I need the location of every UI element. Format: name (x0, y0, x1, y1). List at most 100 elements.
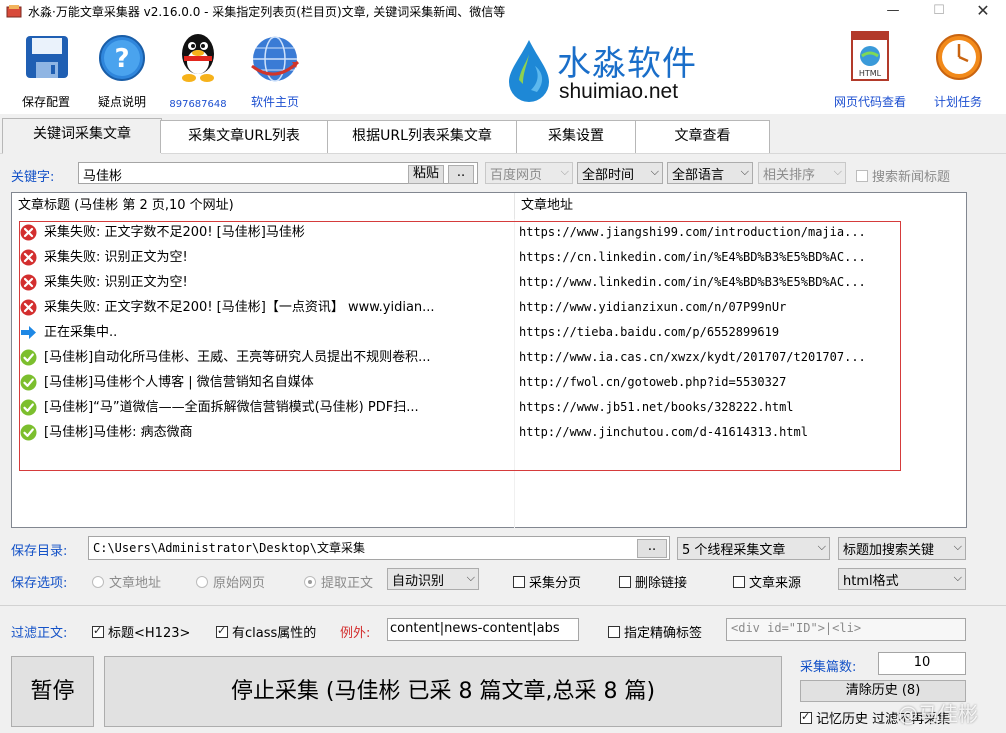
remove-links-checkbox[interactable]: 删除链接 (619, 572, 687, 591)
detect-mode-select[interactable]: 自动识别 ⌵ (387, 568, 479, 590)
article-title-cell: 采集失败: 识别正文为空! (44, 250, 188, 265)
precise-tag-input[interactable]: <div id="ID">|<li> (726, 618, 966, 641)
paginate-checkbox[interactable]: 采集分页 (513, 572, 581, 591)
collect-count-input[interactable]: 10 (878, 652, 966, 675)
search-engine-select[interactable]: 百度网页 ⌵ (485, 162, 573, 184)
article-title-cell: [马佳彬]马佳彬: 病态微商 (44, 425, 193, 440)
article-title-cell: [马佳彬]自动化所马佳彬、王威、王亮等研究人员提出不规则卷积... (44, 350, 431, 365)
qq-penguin-icon (182, 34, 214, 82)
keyword-more-button[interactable]: .. (448, 165, 474, 184)
help-button[interactable]: ? 疑点说明 (92, 30, 152, 110)
table-row[interactable]: 正在采集中.. https://tieba.baidu.com/p/6552899… (12, 320, 966, 345)
sort-select[interactable]: 相关排序 ⌵ (758, 162, 846, 184)
table-row[interactable]: [马佳彬]马佳彬: 病态微商 http://www.jinchutou.com/d… (12, 420, 966, 445)
success-check-icon (20, 374, 37, 391)
error-x-icon (20, 224, 37, 241)
table-row[interactable]: [马佳彬]自动化所马佳彬、王威、王亮等研究人员提出不规则卷积... http://… (12, 345, 966, 370)
clock-icon (936, 34, 982, 80)
article-url-cell: http://www.ia.cas.cn/xwzx/kydt/201707/t2… (519, 350, 866, 364)
checkbox-icon (513, 576, 525, 588)
table-row[interactable]: 采集失败: 识别正文为空! http://www.linkedin.com/in/… (12, 270, 966, 295)
save-dir-label: 保存目录: (11, 544, 68, 559)
except-input[interactable]: content|news-content|abs (387, 618, 579, 641)
stop-collect-button[interactable]: 停止采集 (马佳彬 已采 8 篇文章,总采 8 篇) (104, 656, 782, 727)
success-check-icon (20, 399, 37, 416)
table-row[interactable]: 采集失败: 正文字数不足200! [马佳彬]马佳彬 https://www.jia… (12, 220, 966, 245)
article-title-cell: 采集失败: 正文字数不足200! [马佳彬]马佳彬 (44, 225, 305, 240)
error-x-icon (20, 274, 37, 291)
logo-chinese-text: 水淼软件 (557, 44, 697, 84)
paste-button[interactable]: 粘贴 (408, 165, 444, 184)
article-source-checkbox[interactable]: 文章来源 (733, 572, 801, 591)
checkbox-icon (800, 710, 812, 724)
tab-settings[interactable]: 采集设置 (516, 120, 636, 153)
schedule-task-button[interactable]: 计划任务 (926, 30, 990, 110)
article-url-cell: https://tieba.baidu.com/p/6552899619 (519, 325, 780, 339)
tab-collect-by-url-list[interactable]: 根据URL列表采集文章 (327, 120, 517, 153)
class-attr-checkbox[interactable]: 有class属性的 (216, 622, 316, 641)
checkbox-icon (619, 576, 631, 588)
browse-dir-button[interactable]: .. (637, 539, 667, 558)
close-button[interactable]: ✕ (960, 0, 1006, 22)
radio-icon (304, 576, 316, 588)
help-label: 疑点说明 (97, 95, 146, 109)
qq-button[interactable]: 897687648 (166, 30, 230, 110)
keyword-label: 关键字: (11, 170, 55, 185)
title-mode-select[interactable]: 标题加搜索关键 ⌵ (838, 537, 966, 560)
collect-count-label: 采集篇数: (800, 660, 857, 675)
output-format-select[interactable]: html格式 ⌵ (838, 568, 966, 590)
tab-bar: 关键词采集文章 采集文章URL列表 根据URL列表采集文章 采集设置 文章查看 (0, 114, 1006, 154)
schedule-task-label: 计划任务 (933, 95, 982, 109)
except-label: 例外: (340, 626, 371, 641)
chevron-down-icon: ⌵ (817, 540, 826, 553)
minimize-button[interactable]: — (870, 0, 916, 22)
logo-english-text: shuimiao.net (559, 80, 679, 103)
checkbox-icon (92, 624, 104, 638)
checkbox-icon (608, 626, 620, 638)
table-row[interactable]: [马佳彬]马佳彬个人博客 | 微信营销知名自媒体 http://fwol.cn/g… (12, 370, 966, 395)
article-url-cell: http://www.jinchutou.com/d-41614313.html (519, 425, 808, 439)
radio-icon (196, 576, 208, 588)
column-header-title[interactable]: 文章标题 (马佳彬 第 2 页,10 个网址) (12, 193, 514, 219)
column-header-url[interactable]: 文章地址 (515, 193, 965, 219)
chevron-down-icon: ⌵ (953, 540, 962, 553)
shuimiao-logo: 水淼软件 shuimiao.net (505, 36, 715, 106)
tab-keyword-collect[interactable]: 关键词采集文章 (2, 118, 162, 154)
section-divider (0, 605, 1006, 606)
article-list: 文章标题 (马佳彬 第 2 页,10 个网址) 文章地址 采集失败: 正文字数不… (11, 192, 967, 529)
save-raw-page-radio[interactable]: 原始网页 (196, 572, 265, 591)
arrow-right-icon (20, 324, 37, 341)
precise-tag-checkbox[interactable]: 指定精确标签 (608, 622, 702, 641)
help-question-icon: ? (99, 35, 145, 81)
svg-text:?: ? (114, 44, 129, 74)
thread-count-select[interactable]: 5 个线程采集文章 ⌵ (677, 537, 830, 560)
tab-url-list[interactable]: 采集文章URL列表 (160, 120, 328, 153)
save-dir-input[interactable]: C:\Users\Administrator\Desktop\文章采集 (88, 536, 670, 560)
article-url-cell: https://www.jiangshi99.com/introduction/… (519, 225, 866, 239)
language-select[interactable]: 全部语言 ⌵ (667, 162, 753, 184)
search-news-title-checkbox[interactable]: 搜索新闻标题 (856, 166, 950, 185)
chevron-down-icon: ⌵ (650, 165, 659, 178)
svg-text:HTML: HTML (859, 69, 882, 78)
app-icon (6, 5, 22, 18)
save-url-radio[interactable]: 文章地址 (92, 572, 161, 591)
page-code-view-button[interactable]: HTML 网页代码查看 (830, 30, 910, 110)
extract-body-radio[interactable]: 提取正文 (304, 572, 373, 591)
maximize-button[interactable]: ☐ (916, 0, 962, 22)
table-row[interactable]: [马佳彬]“马”道微信——全面拆解微信营销模式(马佳彬) PDF扫... http… (12, 395, 966, 420)
pause-button[interactable]: 暂停 (11, 656, 94, 727)
title-bar: 水淼·万能文章采集器 v2.16.0.0 - 采集指定列表页(栏目页)文章, 关… (0, 0, 1006, 22)
chevron-down-icon: ⌵ (953, 571, 962, 584)
title-tag-checkbox[interactable]: 标题<H123> (92, 622, 190, 641)
tab-article-view[interactable]: 文章查看 (635, 120, 770, 153)
article-url-cell: http://www.linkedin.com/in/%E4%BD%B3%E5%… (519, 275, 866, 289)
save-config-label: 保存配置 (21, 95, 70, 109)
time-range-select[interactable]: 全部时间 ⌵ (577, 162, 663, 184)
chevron-down-icon: ⌵ (833, 165, 842, 178)
home-page-button[interactable]: 软件主页 (240, 30, 310, 110)
article-url-cell: https://cn.linkedin.com/in/%E4%BD%B3%E5%… (519, 250, 866, 264)
save-config-button[interactable]: 保存配置 (14, 30, 78, 110)
chevron-down-icon: ⌵ (560, 165, 569, 178)
table-row[interactable]: 采集失败: 识别正文为空! https://cn.linkedin.com/in/… (12, 245, 966, 270)
table-row[interactable]: 采集失败: 正文字数不足200! [马佳彬]【一点资讯】 www.yidian.… (12, 295, 966, 320)
